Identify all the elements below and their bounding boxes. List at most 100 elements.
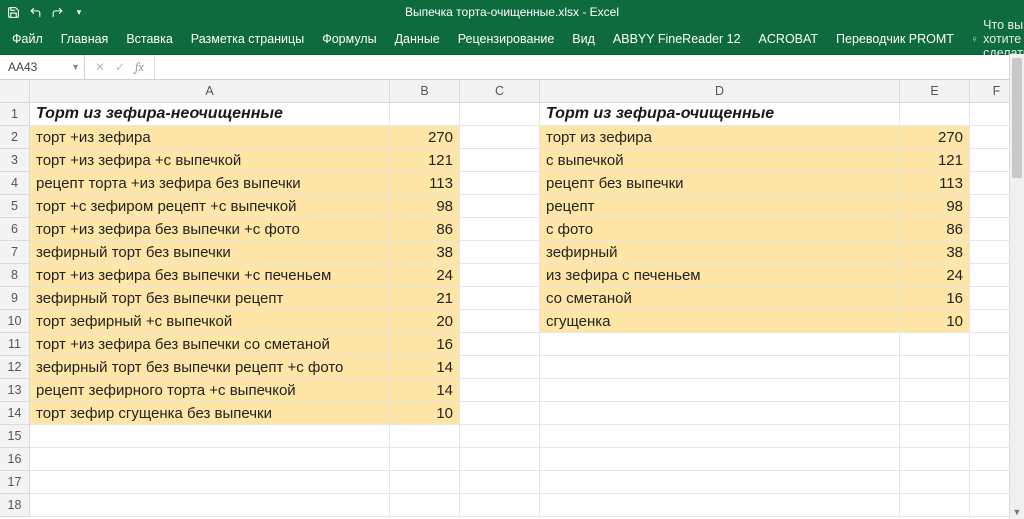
value-right[interactable]: 16 bbox=[900, 287, 970, 310]
section-header-right[interactable]: Торт из зефира-очищенные bbox=[540, 103, 900, 126]
row-header[interactable]: 18 bbox=[0, 494, 30, 517]
keyword-left[interactable]: торт +из зефира +с выпечкой bbox=[30, 149, 390, 172]
value-left[interactable]: 113 bbox=[390, 172, 460, 195]
cell[interactable] bbox=[460, 195, 540, 218]
value-right[interactable]: 113 bbox=[900, 172, 970, 195]
cell[interactable] bbox=[540, 402, 900, 425]
cell[interactable] bbox=[540, 494, 900, 517]
tab-formulas[interactable]: Формулы bbox=[322, 32, 376, 46]
keyword-right[interactable]: зефирный bbox=[540, 241, 900, 264]
worksheet-grid[interactable]: ABCDEF1Торт из зефира-неочищенныеТорт из… bbox=[0, 80, 1024, 517]
cell[interactable] bbox=[900, 103, 970, 126]
select-all-corner[interactable] bbox=[0, 80, 30, 103]
keyword-left[interactable]: рецепт зефирного торта +с выпечкой bbox=[30, 379, 390, 402]
value-left[interactable]: 14 bbox=[390, 356, 460, 379]
cell[interactable] bbox=[390, 494, 460, 517]
keyword-left[interactable]: торт зефирный +с выпечкой bbox=[30, 310, 390, 333]
value-left[interactable]: 21 bbox=[390, 287, 460, 310]
cell[interactable] bbox=[540, 448, 900, 471]
value-right[interactable]: 270 bbox=[900, 126, 970, 149]
cell[interactable] bbox=[460, 264, 540, 287]
cell[interactable] bbox=[460, 310, 540, 333]
tab-insert[interactable]: Вставка bbox=[126, 32, 172, 46]
keyword-left[interactable]: торт +из зефира без выпечки +с печеньем bbox=[30, 264, 390, 287]
customize-qat-icon[interactable]: ▾ bbox=[72, 5, 86, 19]
row-header[interactable]: 7 bbox=[0, 241, 30, 264]
cell[interactable] bbox=[460, 103, 540, 126]
formula-input[interactable] bbox=[155, 55, 1024, 79]
tab-data[interactable]: Данные bbox=[395, 32, 440, 46]
row-header[interactable]: 2 bbox=[0, 126, 30, 149]
keyword-right[interactable]: рецепт без выпечки bbox=[540, 172, 900, 195]
value-left[interactable]: 270 bbox=[390, 126, 460, 149]
tab-promt[interactable]: Переводчик PROMT bbox=[836, 32, 954, 46]
undo-icon[interactable] bbox=[28, 5, 42, 19]
cell[interactable] bbox=[390, 471, 460, 494]
cell[interactable] bbox=[900, 402, 970, 425]
cell[interactable] bbox=[460, 494, 540, 517]
row-header[interactable]: 1 bbox=[0, 103, 30, 126]
value-right[interactable]: 86 bbox=[900, 218, 970, 241]
keyword-right[interactable]: торт из зефира bbox=[540, 126, 900, 149]
cell[interactable] bbox=[460, 356, 540, 379]
cell[interactable] bbox=[390, 425, 460, 448]
row-header[interactable]: 17 bbox=[0, 471, 30, 494]
row-header[interactable]: 3 bbox=[0, 149, 30, 172]
row-header[interactable]: 14 bbox=[0, 402, 30, 425]
keyword-left[interactable]: торт +из зефира bbox=[30, 126, 390, 149]
keyword-right[interactable]: из зефира с печеньем bbox=[540, 264, 900, 287]
keyword-right[interactable]: сгущенка bbox=[540, 310, 900, 333]
cell[interactable] bbox=[460, 379, 540, 402]
column-header[interactable]: E bbox=[900, 80, 970, 103]
cell[interactable] bbox=[540, 356, 900, 379]
tab-abbyy[interactable]: ABBYY FineReader 12 bbox=[613, 32, 741, 46]
tab-file[interactable]: Файл bbox=[12, 32, 43, 46]
value-right[interactable]: 98 bbox=[900, 195, 970, 218]
tab-acrobat[interactable]: ACROBAT bbox=[759, 32, 819, 46]
cell[interactable] bbox=[900, 425, 970, 448]
cell[interactable] bbox=[30, 448, 390, 471]
tab-review[interactable]: Рецензирование bbox=[458, 32, 555, 46]
cell[interactable] bbox=[460, 425, 540, 448]
keyword-left[interactable]: зефирный торт без выпечки bbox=[30, 241, 390, 264]
cell[interactable] bbox=[540, 471, 900, 494]
cell[interactable] bbox=[30, 425, 390, 448]
keyword-left[interactable]: зефирный торт без выпечки рецепт bbox=[30, 287, 390, 310]
value-left[interactable]: 20 bbox=[390, 310, 460, 333]
row-header[interactable]: 13 bbox=[0, 379, 30, 402]
keyword-left[interactable]: торт +из зефира без выпечки со сметаной bbox=[30, 333, 390, 356]
enter-icon[interactable]: ✓ bbox=[115, 60, 125, 74]
row-header[interactable]: 6 bbox=[0, 218, 30, 241]
row-header[interactable]: 12 bbox=[0, 356, 30, 379]
cell[interactable] bbox=[460, 448, 540, 471]
value-left[interactable]: 14 bbox=[390, 379, 460, 402]
row-header[interactable]: 5 bbox=[0, 195, 30, 218]
value-left[interactable]: 16 bbox=[390, 333, 460, 356]
save-icon[interactable] bbox=[6, 5, 20, 19]
keyword-right[interactable]: с фото bbox=[540, 218, 900, 241]
cell[interactable] bbox=[30, 471, 390, 494]
section-header-left[interactable]: Торт из зефира-неочищенные bbox=[30, 103, 390, 126]
row-header[interactable]: 10 bbox=[0, 310, 30, 333]
cell[interactable] bbox=[540, 333, 900, 356]
cell[interactable] bbox=[30, 494, 390, 517]
keyword-left[interactable]: торт зефир сгущенка без выпечки bbox=[30, 402, 390, 425]
fx-icon[interactable]: fx bbox=[135, 60, 144, 74]
cell[interactable] bbox=[460, 241, 540, 264]
keyword-right[interactable]: рецепт bbox=[540, 195, 900, 218]
cell[interactable] bbox=[540, 425, 900, 448]
cell[interactable] bbox=[900, 471, 970, 494]
cell[interactable] bbox=[460, 218, 540, 241]
tab-view[interactable]: Вид bbox=[572, 32, 595, 46]
value-right[interactable]: 10 bbox=[900, 310, 970, 333]
name-box[interactable]: AA43 ▼ bbox=[0, 55, 85, 79]
column-header[interactable]: B bbox=[390, 80, 460, 103]
value-right[interactable]: 38 bbox=[900, 241, 970, 264]
cell[interactable] bbox=[900, 356, 970, 379]
tab-pagelayout[interactable]: Разметка страницы bbox=[191, 32, 304, 46]
value-right[interactable]: 121 bbox=[900, 149, 970, 172]
row-header[interactable]: 15 bbox=[0, 425, 30, 448]
column-header[interactable]: A bbox=[30, 80, 390, 103]
row-header[interactable]: 8 bbox=[0, 264, 30, 287]
value-right[interactable]: 24 bbox=[900, 264, 970, 287]
